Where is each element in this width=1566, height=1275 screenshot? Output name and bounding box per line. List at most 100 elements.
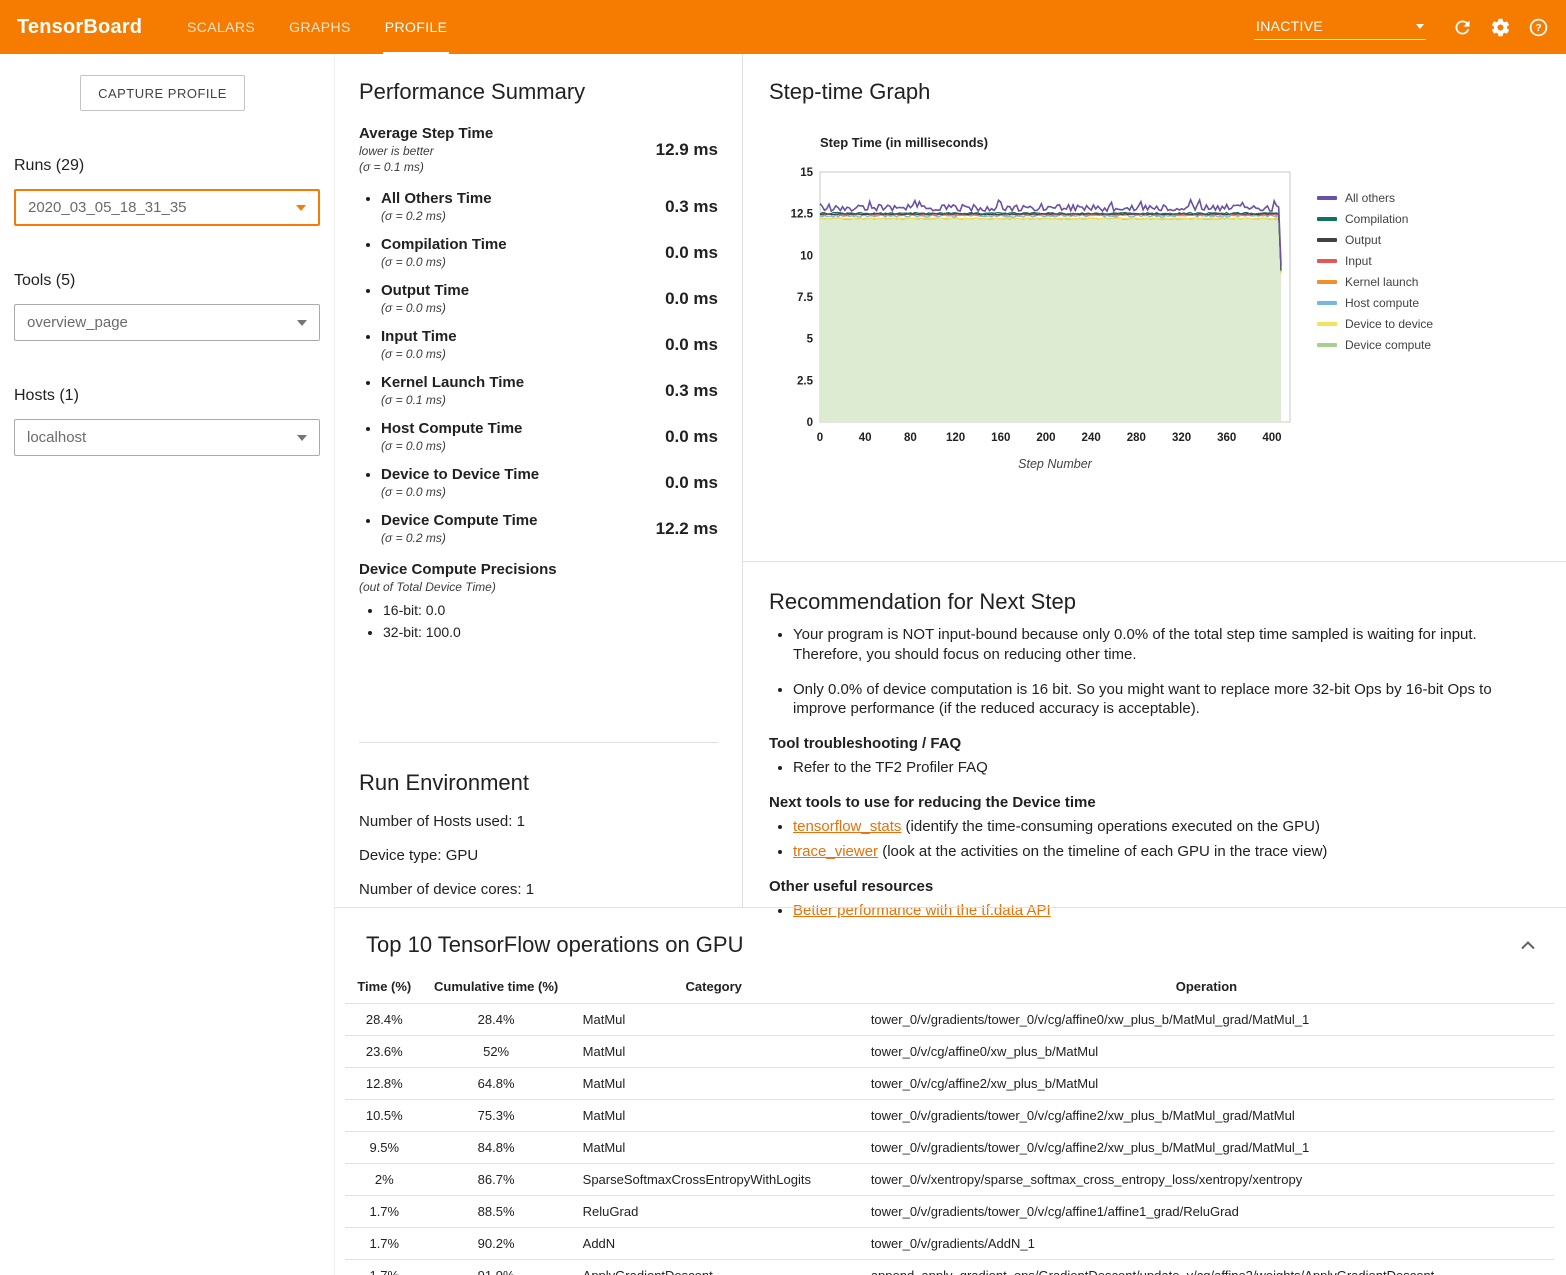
table-cell: tower_0/v/gradients/tower_0/v/cg/affine1…: [859, 1196, 1554, 1228]
table-cell: 12.8%: [345, 1068, 424, 1100]
column-header: Operation: [859, 970, 1554, 1004]
chevron-down-icon: [296, 205, 306, 211]
hosts-select-value: localhost: [27, 429, 86, 446]
collapse-section-button[interactable]: [1516, 934, 1540, 957]
table-cell: 2%: [345, 1164, 424, 1196]
svg-text:120: 120: [946, 432, 965, 444]
settings-button[interactable]: [1486, 13, 1514, 41]
tab-graphs[interactable]: GRAPHS: [287, 0, 353, 54]
metric-value: 0.3 ms: [665, 197, 718, 217]
ops-header-row: Time (%)Cumulative time (%)CategoryOpera…: [345, 970, 1554, 1004]
performance-summary-section: Performance Summary Average Step Time lo…: [359, 79, 718, 742]
perf-metric-device-compute-time: Device Compute Time (σ = 0.2 ms) 12.2 ms: [359, 512, 718, 545]
run-env-lines: Number of Hosts used: 1Device type: GPUN…: [359, 813, 718, 898]
refresh-icon: [1452, 17, 1473, 38]
help-button[interactable]: ?: [1524, 13, 1552, 41]
runs-label: Runs (29): [14, 157, 334, 175]
link-tensorflow-stats[interactable]: tensorflow_stats: [793, 818, 901, 835]
svg-text:15: 15: [800, 167, 813, 179]
metric-value: 0.0 ms: [665, 289, 718, 309]
topbar-right: INACTIVE ?: [1254, 0, 1566, 54]
metric-sigma: (σ = 0.2 ms): [381, 531, 656, 545]
metric-sigma: (σ = 0.2 ms): [381, 209, 665, 223]
table-row: 28.4%28.4%MatMultower_0/v/gradients/towe…: [345, 1004, 1554, 1036]
table-cell: 88.5%: [424, 1196, 569, 1228]
recommendation-subsections: Tool troubleshooting / FAQ Refer to the …: [769, 735, 1536, 920]
metric-label: Device to Device Time: [381, 466, 665, 483]
legend-color-swatch: [1317, 259, 1337, 263]
bullet-icon: [366, 427, 370, 431]
env-line: Device type: GPU: [359, 847, 718, 864]
table-cell: 84.8%: [424, 1132, 569, 1164]
status-dropdown[interactable]: INACTIVE: [1254, 14, 1426, 40]
link-trace-viewer[interactable]: trace_viewer: [793, 843, 878, 860]
top-ops-title: Top 10 TensorFlow operations on GPU: [366, 932, 743, 958]
precision-item: 16-bit: 0.0: [383, 602, 718, 618]
table-cell: tower_0/v/cg/affine0/xw_plus_b/MatMul: [859, 1036, 1554, 1068]
env-line: Number of device cores: 1: [359, 881, 718, 898]
svg-text:320: 320: [1172, 432, 1191, 444]
top-ops-section: Top 10 TensorFlow operations on GPU Time…: [335, 907, 1566, 1275]
recommendation-item: Your program is NOT input-bound because …: [793, 625, 1536, 665]
legend-label: All others: [1345, 191, 1395, 205]
recommendation-list: Refer to the TF2 Profiler FAQ: [793, 758, 1536, 778]
table-cell: SparseSoftmaxCrossEntropyWithLogits: [569, 1164, 859, 1196]
legend-item-compilation: Compilation: [1317, 208, 1433, 229]
svg-text:12.5: 12.5: [791, 209, 814, 221]
recommendation-bullets: Your program is NOT input-bound because …: [793, 625, 1536, 719]
svg-text:360: 360: [1217, 432, 1236, 444]
precision-item: 32-bit: 100.0: [383, 624, 718, 640]
table-cell: ApplyGradientDescent: [569, 1260, 859, 1275]
hosts-select[interactable]: localhost: [14, 419, 320, 456]
nav-tabs: SCALARS GRAPHS PROFILE: [185, 0, 479, 54]
legend-color-swatch: [1317, 301, 1337, 305]
tab-profile[interactable]: PROFILE: [383, 0, 450, 54]
svg-text:Step Number: Step Number: [1018, 457, 1092, 471]
table-row: 1.7%91.9%ApplyGradientDescentappend_appl…: [345, 1260, 1554, 1275]
table-cell: tower_0/v/gradients/tower_0/v/cg/affine0…: [859, 1004, 1554, 1036]
table-cell: 1.7%: [345, 1260, 424, 1275]
refresh-button[interactable]: [1448, 13, 1476, 41]
tools-select[interactable]: overview_page: [14, 304, 320, 341]
metric-label: Output Time: [381, 282, 665, 299]
metric-sigma: (σ = 0.0 ms): [381, 255, 665, 269]
tools-select-value: overview_page: [27, 314, 128, 331]
perf-items: All Others Time (σ = 0.2 ms) 0.3 ms Comp…: [359, 190, 718, 545]
metric-label: Kernel Launch Time: [381, 374, 665, 391]
chart-area: Step Time (in milliseconds) 02.557.51012…: [769, 135, 1303, 479]
recommendation-section: Recommendation for Next Step Your progra…: [743, 589, 1566, 957]
capture-profile-button[interactable]: CAPTURE PROFILE: [80, 75, 245, 111]
table-cell: 86.7%: [424, 1164, 569, 1196]
runs-select[interactable]: 2020_03_05_18_31_35: [14, 189, 320, 226]
top-ops-table: Time (%)Cumulative time (%)CategoryOpera…: [345, 970, 1554, 1275]
table-cell: tower_0/v/gradients/tower_0/v/cg/affine2…: [859, 1132, 1554, 1164]
recommendation-heading: Tool troubleshooting / FAQ: [769, 735, 1536, 752]
svg-text:80: 80: [904, 432, 917, 444]
svg-text:7.5: 7.5: [797, 292, 814, 304]
column-header: Category: [569, 970, 859, 1004]
hosts-label: Hosts (1): [14, 387, 334, 405]
legend-item-output: Output: [1317, 229, 1433, 250]
svg-text:200: 200: [1036, 432, 1055, 444]
metric-value: 12.9 ms: [656, 140, 718, 160]
main-content: Performance Summary Average Step Time lo…: [335, 54, 1566, 1275]
chevron-down-icon: [297, 320, 307, 326]
legend-color-swatch: [1317, 280, 1337, 284]
ops-body: 28.4%28.4%MatMultower_0/v/gradients/towe…: [345, 1004, 1554, 1275]
table-cell: 1.7%: [345, 1228, 424, 1260]
perf-metric-kernel-launch-time: Kernel Launch Time (σ = 0.1 ms) 0.3 ms: [359, 374, 718, 407]
table-cell: MatMul: [569, 1036, 859, 1068]
chevron-up-icon: [1520, 940, 1536, 950]
step-time-chart[interactable]: 02.557.51012.515040801201602002402803203…: [769, 158, 1303, 474]
svg-text:5: 5: [807, 334, 814, 346]
perf-metric-compilation-time: Compilation Time (σ = 0.0 ms) 0.0 ms: [359, 236, 718, 269]
svg-text:280: 280: [1127, 432, 1146, 444]
tab-scalars[interactable]: SCALARS: [185, 0, 257, 54]
table-cell: MatMul: [569, 1132, 859, 1164]
recommendation-item: trace_viewer (look at the activities on …: [793, 842, 1536, 862]
table-cell: 64.8%: [424, 1068, 569, 1100]
metric-value: 0.0 ms: [665, 473, 718, 493]
divider: [743, 561, 1566, 562]
run-environment-title: Run Environment: [359, 770, 718, 796]
bullet-icon: [366, 381, 370, 385]
